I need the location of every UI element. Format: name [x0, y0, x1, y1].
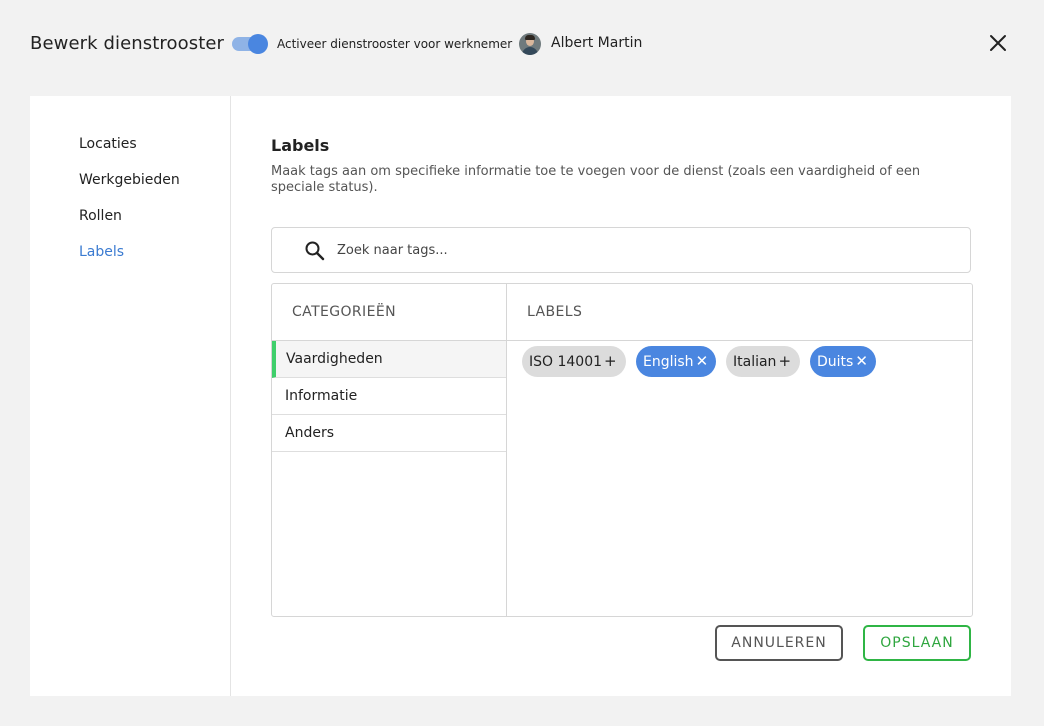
- category-anders[interactable]: Anders: [272, 415, 506, 452]
- modal-card: Locaties Werkgebieden Rollen Labels Labe…: [30, 96, 1011, 696]
- sidebar-item-locaties[interactable]: Locaties: [79, 136, 137, 152]
- tag-label: Italian: [733, 354, 777, 370]
- category-label: Anders: [285, 425, 334, 441]
- activate-schedule-toggle[interactable]: [232, 34, 268, 54]
- sidebar-item-labels[interactable]: Labels: [79, 244, 124, 260]
- close-icon: ✕: [855, 352, 868, 370]
- page-title: Bewerk dienstrooster: [30, 33, 225, 54]
- plus-icon: +: [778, 352, 792, 370]
- plus-icon: +: [604, 352, 617, 370]
- toggle-label: Activeer dienstrooster voor werknemer: [277, 37, 513, 51]
- modal-header: Bewerk dienstrooster Activeer dienstroos…: [0, 0, 1044, 90]
- tag-label: Duits: [817, 354, 854, 370]
- labels-header: LABELS: [507, 284, 972, 341]
- tag-label: English: [643, 354, 694, 370]
- sidebar-item-rollen[interactable]: Rollen: [79, 208, 122, 224]
- tag-italian[interactable]: Italian +: [726, 346, 800, 377]
- categories-column: CATEGORIEËN Vaardigheden Informatie Ande…: [272, 284, 507, 616]
- search-icon: [305, 241, 325, 261]
- category-informatie[interactable]: Informatie: [272, 378, 506, 415]
- tag-duits[interactable]: Duits ✕: [810, 346, 876, 377]
- category-label: Informatie: [285, 388, 358, 404]
- tag-label: ISO 14001: [529, 354, 603, 370]
- labels-section: Labels Maak tags aan om specifieke infor…: [271, 96, 973, 696]
- section-description: Maak tags aan om specifieke informatie t…: [271, 164, 921, 195]
- employee-name: Albert Martin: [551, 35, 643, 51]
- section-title: Labels: [271, 136, 330, 155]
- categories-header: CATEGORIEËN: [272, 284, 506, 341]
- tag-iso-14001[interactable]: ISO 14001 +: [522, 346, 626, 377]
- tags-panel: CATEGORIEËN Vaardigheden Informatie Ande…: [271, 283, 973, 617]
- tag-search: [271, 227, 971, 273]
- cancel-button[interactable]: ANNULEREN: [715, 625, 843, 661]
- close-icon: [990, 35, 1006, 51]
- search-input[interactable]: [337, 239, 937, 261]
- sidebar-item-werkgebieden[interactable]: Werkgebieden: [79, 172, 180, 188]
- sidebar: Locaties Werkgebieden Rollen Labels: [30, 96, 231, 696]
- save-button[interactable]: OPSLAAN: [863, 625, 971, 661]
- avatar: [519, 33, 541, 55]
- category-vaardigheden[interactable]: Vaardigheden: [272, 341, 506, 378]
- labels-column: LABELS ISO 14001 + English ✕ Italian + Duit…: [507, 284, 972, 616]
- toggle-knob: [248, 34, 268, 54]
- categories-header-label: CATEGORIEËN: [292, 304, 396, 320]
- labels-header-label: LABELS: [527, 304, 583, 320]
- category-label: Vaardigheden: [286, 351, 383, 367]
- close-button[interactable]: [986, 31, 1010, 55]
- close-icon: ✕: [695, 352, 709, 370]
- tag-english[interactable]: English ✕: [636, 346, 716, 377]
